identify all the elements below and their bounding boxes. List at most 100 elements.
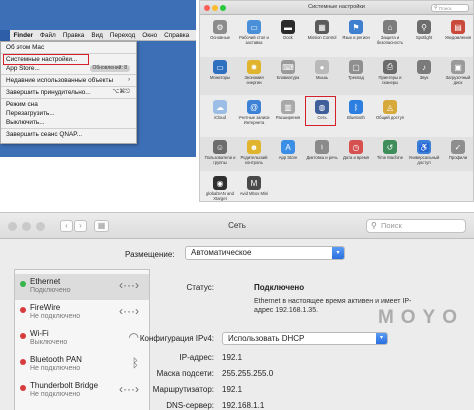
search-icon: ⚲: [371, 221, 377, 230]
ipv4-config-value: Использовать DHCP: [228, 334, 305, 343]
highlight-annotation: [3, 54, 89, 65]
pref-pane-notifications[interactable]: ▤ Уведомления: [441, 20, 473, 41]
pref-pane-avid-mbox[interactable]: M Avid Mbox Mini: [237, 176, 271, 197]
pref-pane-desktop[interactable]: ▭ Рабочий стол и заставка: [237, 20, 271, 46]
search-placeholder: Поиск: [439, 6, 452, 11]
pref-pane-label: Time Machine: [376, 155, 404, 160]
pref-pane-displays[interactable]: ▭ Мониторы: [203, 60, 237, 81]
subnet-mask-label: Маска подсети:: [156, 369, 214, 378]
menu-item-restart[interactable]: Перезагрузить...: [6, 109, 132, 118]
menu-item-app-store[interactable]: App Store... Обновлений: 8: [6, 64, 132, 73]
menu-item-shut-down[interactable]: Выключить...: [6, 118, 132, 127]
pref-pane-extensions[interactable]: ▥ Расширения: [271, 100, 305, 121]
menu-file[interactable]: Файл: [37, 32, 60, 39]
pref-pane-icloud[interactable]: ☁ iCloud: [203, 100, 237, 121]
search-icon: ⚲: [434, 5, 438, 11]
spotlight-icon: ⚲: [417, 20, 431, 34]
pref-pane-label: Mission Control: [307, 35, 337, 40]
pref-pane-app-store[interactable]: A App Store: [271, 140, 305, 161]
dns-server-label: DNS-сервер:: [166, 401, 214, 410]
app-store-icon: A: [281, 140, 295, 154]
pref-pane-sharing[interactable]: ◬ Общий доступ: [373, 100, 407, 121]
search-field[interactable]: ⚲ Поиск: [366, 219, 466, 233]
pref-pane-accessibility[interactable]: ♿ Универсальный доступ: [407, 140, 441, 166]
search-field[interactable]: ⚲ Поиск: [431, 4, 469, 12]
menu-window[interactable]: Окно: [139, 32, 161, 39]
desktop-icon: ▭: [247, 20, 261, 34]
profiles-icon: ✓: [451, 140, 465, 154]
pref-pane-dock[interactable]: ▬ Dock: [271, 20, 305, 41]
pref-pane-spotlight[interactable]: ⚲ Spotlight: [407, 20, 441, 41]
preferences-row: ◉ globalSAN and Xtarget M Avid Mbox Mini: [200, 173, 473, 201]
dictation-icon: ♮: [315, 140, 329, 154]
router-value: 192.1: [222, 385, 243, 394]
menu-item-app-store-label: App Store...: [6, 65, 40, 72]
menu-separator: [1, 86, 136, 87]
pref-pane-security[interactable]: ⌂ Защита и безопасность: [373, 20, 407, 46]
menu-item-log-out[interactable]: Завершить сеанс QNAP...: [6, 130, 132, 139]
startup-disk-icon: ▣: [451, 60, 465, 74]
pref-pane-dictation[interactable]: ♮ Диктовка и речь: [305, 140, 339, 161]
sound-icon: ♪: [417, 60, 431, 74]
system-preferences-window: Системные настройки ⚲ Поиск ⚙ Основные ▭ Ра…: [199, 0, 474, 202]
pref-pane-profiles[interactable]: ✓ Профили: [441, 140, 473, 161]
location-select[interactable]: Автоматическое ▾: [185, 246, 345, 260]
pref-pane-label: Учетные записи Интернета: [238, 115, 270, 125]
pref-pane-label: Bluetooth: [347, 115, 365, 120]
menu-go[interactable]: Переход: [106, 32, 138, 39]
pref-pane-language[interactable]: ⚑ Язык и регион: [339, 20, 373, 41]
watermark-text: MOYO: [377, 307, 464, 328]
menu-view[interactable]: Вид: [88, 32, 107, 39]
pref-pane-label: App Store: [278, 155, 298, 160]
sharing-icon: ◬: [383, 100, 397, 114]
menu-item-recent-items[interactable]: Недавние использованные объекты ›: [6, 76, 132, 85]
interface-item-firewire[interactable]: FireWire Не подключено ‹···›: [15, 300, 149, 326]
ipv4-config-select[interactable]: Использовать DHCP ▾: [222, 332, 388, 345]
pref-pane-bluetooth[interactable]: ᛒ Bluetooth: [339, 100, 373, 121]
menu-edit[interactable]: Правка: [59, 32, 88, 39]
pref-pane-users[interactable]: ☺ Пользователи и группы: [203, 140, 237, 166]
pref-pane-energy[interactable]: ✹ Экономия энергии: [237, 60, 271, 86]
pref-pane-mission-control[interactable]: ▦ Mission Control: [305, 20, 339, 41]
ipv4-config-label: Конфигурация IPv4:: [139, 334, 214, 343]
pref-pane-printers[interactable]: ⎙ Принтеры и сканеры: [373, 60, 407, 86]
title-bar: Системные настройки ⚲ Поиск: [200, 1, 473, 15]
menu-item-sleep[interactable]: Режим сна: [6, 100, 132, 109]
pref-pane-parental-controls[interactable]: ☻ Родительский контроль: [237, 140, 271, 166]
ip-address-label: IP-адрес:: [179, 353, 214, 362]
pref-pane-internet-accounts[interactable]: @ Учетные записи Интернета: [237, 100, 271, 126]
pref-pane-label: globalSAN and Xtarget: [206, 191, 234, 201]
pref-pane-label: Язык и регион: [342, 35, 370, 40]
pref-pane-keyboard[interactable]: ⌨ Клавиатура: [271, 60, 305, 81]
pref-pane-general[interactable]: ⚙ Основные: [203, 20, 237, 41]
menu-bar: Finder Файл Правка Вид Переход Окно Спра…: [0, 29, 196, 41]
pref-pane-time-machine[interactable]: ↺ Time Machine: [373, 140, 407, 161]
apple-icon[interactable]: [0, 29, 10, 41]
menu-item-about-mac[interactable]: Об этом Mac: [6, 43, 132, 52]
pref-pane-label: Рабочий стол и заставка: [239, 35, 269, 45]
location-label: Размещение:: [125, 250, 175, 259]
pref-pane-date-time[interactable]: ◷ Дата и время: [339, 140, 373, 161]
location-value: Автоматическое: [191, 248, 252, 257]
pref-pane-trackpad[interactable]: ▢ Трекпад: [339, 60, 373, 81]
pref-pane-sound[interactable]: ♪ Звук: [407, 60, 441, 81]
pref-pane-label: Дата и время: [343, 155, 369, 160]
highlight-annotation: [305, 96, 336, 126]
parental-controls-icon: ☻: [247, 140, 261, 154]
status-value: Подключено: [254, 283, 305, 292]
pref-pane-mouse[interactable]: ● Мышь: [305, 60, 339, 81]
printers-icon: ⎙: [383, 60, 397, 74]
bluetooth-icon: ᛒ: [349, 100, 363, 114]
menu-help[interactable]: Справка: [161, 32, 193, 39]
menu-finder[interactable]: Finder: [10, 32, 37, 39]
menu-separator: [1, 98, 136, 99]
pref-pane-label: Spotlight: [415, 35, 433, 40]
pref-pane-label: Экономия энергии: [244, 75, 264, 85]
pref-pane-globalsan[interactable]: ◉ globalSAN and Xtarget: [203, 176, 237, 201]
pref-pane-startup-disk[interactable]: ▣ Загрузочный диск: [441, 60, 473, 86]
menu-item-force-quit[interactable]: Завершить принудительно... ⌥⌘⎋: [6, 88, 132, 97]
apple-menu-screenshot: Finder Файл Правка Вид Переход Окно Спра…: [0, 0, 196, 157]
displays-icon: ▭: [213, 60, 227, 74]
firewire-icon: ‹···›: [119, 304, 139, 318]
pref-pane-label: Расширения: [275, 115, 301, 120]
